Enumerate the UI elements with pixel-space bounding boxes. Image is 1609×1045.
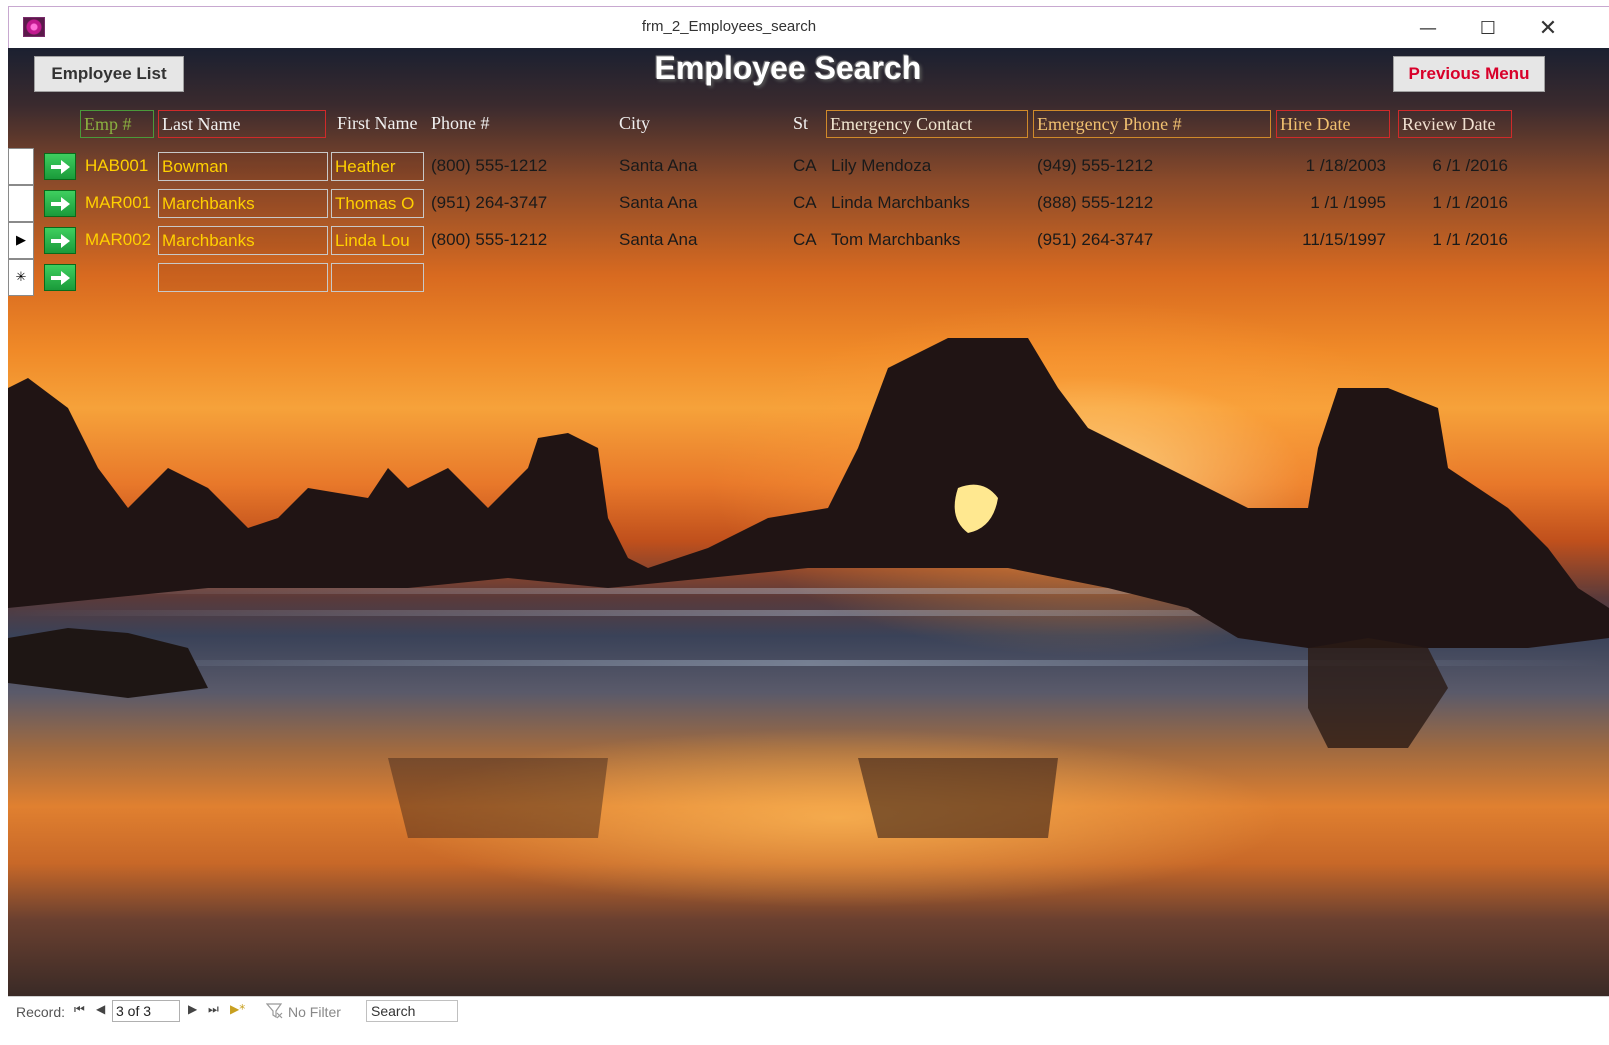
emergency-phone-field[interactable]: (951) 264-3747 xyxy=(1034,226,1264,255)
column-header-emp[interactable]: Emp # xyxy=(80,110,154,138)
emp-id-field[interactable]: HAB001 xyxy=(82,152,156,181)
column-header-emergency-contact[interactable]: Emergency Contact xyxy=(826,110,1028,138)
arrow-right-icon xyxy=(51,270,70,285)
form-title: Employee Search xyxy=(654,50,922,86)
emergency-phone-field[interactable]: (888) 555-1212 xyxy=(1034,189,1264,218)
minimize-icon[interactable]: — xyxy=(1405,11,1451,45)
state-field[interactable]: CA xyxy=(790,226,820,255)
state-field[interactable]: CA xyxy=(790,189,820,218)
new-record-row[interactable]: ✳ xyxy=(8,259,1609,296)
column-header-hire-date[interactable]: Hire Date xyxy=(1276,110,1390,138)
table-row[interactable]: MAR001 Marchbanks Thomas O (951) 264-374… xyxy=(8,185,1609,222)
window-title: frm_2_Employees_search xyxy=(641,18,817,35)
column-header-review-date[interactable]: Review Date xyxy=(1398,110,1512,138)
hire-date-field[interactable]: 11/15/1997 xyxy=(1276,226,1388,255)
open-record-button[interactable] xyxy=(44,190,76,217)
phone-field[interactable]: (800) 555-1212 xyxy=(428,152,608,181)
first-name-field[interactable] xyxy=(331,263,424,292)
hire-date-field[interactable]: 1 /1 /1995 xyxy=(1276,189,1388,218)
column-header-city[interactable]: City xyxy=(616,110,736,138)
next-record-icon[interactable]: ▶ xyxy=(188,1002,197,1016)
last-name-field[interactable]: Marchbanks xyxy=(158,226,328,255)
new-record-icon[interactable]: ▶* xyxy=(230,1002,245,1016)
state-field[interactable]: CA xyxy=(790,152,820,181)
emergency-contact-field[interactable]: Lily Mendoza xyxy=(828,152,1028,181)
window-titlebar: frm_2_Employees_search — ☐ ✕ xyxy=(8,6,1609,48)
record-navigation-bar: Record: ⏮ ◀ 3 of 3 ▶ ⏭ ▶* No Filter Sear… xyxy=(8,996,1609,1026)
table-row[interactable]: ▶ MAR002 Marchbanks Linda Lou (800) 555-… xyxy=(8,222,1609,259)
previous-record-icon[interactable]: ◀ xyxy=(96,1002,105,1016)
previous-menu-button[interactable]: Previous Menu xyxy=(1393,56,1545,92)
column-header-emergency-phone[interactable]: Emergency Phone # xyxy=(1033,110,1271,138)
arrow-right-icon xyxy=(51,233,70,248)
last-record-icon[interactable]: ⏭ xyxy=(208,1002,219,1017)
current-record-input[interactable]: 3 of 3 xyxy=(112,1000,180,1022)
column-header-last-name[interactable]: Last Name xyxy=(158,110,326,138)
open-record-button[interactable] xyxy=(44,264,76,291)
city-field[interactable]: Santa Ana xyxy=(616,152,786,181)
phone-field[interactable]: (800) 555-1212 xyxy=(428,226,608,255)
city-field[interactable]: Santa Ana xyxy=(616,189,786,218)
last-name-field[interactable]: Marchbanks xyxy=(158,189,328,218)
emergency-contact-field[interactable]: Linda Marchbanks xyxy=(828,189,1028,218)
city-field[interactable]: Santa Ana xyxy=(616,226,786,255)
record-label: Record: xyxy=(16,1004,66,1020)
open-record-button[interactable] xyxy=(44,227,76,254)
record-selector[interactable] xyxy=(8,185,34,222)
maximize-icon[interactable]: ☐ xyxy=(1465,11,1511,45)
filter-icon xyxy=(266,1003,283,1019)
first-record-icon[interactable]: ⏮ xyxy=(74,1002,85,1017)
table-row[interactable]: HAB001 Bowman Heather (800) 555-1212 San… xyxy=(8,148,1609,185)
review-date-field[interactable]: 1 /1 /2016 xyxy=(1398,189,1510,218)
emergency-contact-field[interactable]: Tom Marchbanks xyxy=(828,226,1028,255)
search-input[interactable]: Search xyxy=(366,1000,458,1022)
first-name-field[interactable]: Linda Lou xyxy=(331,226,424,255)
hire-date-field[interactable]: 1 /18/2003 xyxy=(1276,152,1388,181)
emergency-phone-field[interactable]: (949) 555-1212 xyxy=(1034,152,1264,181)
record-selector-current[interactable]: ▶ xyxy=(8,222,34,259)
column-header-first-name[interactable]: First Name xyxy=(334,110,426,138)
first-name-field[interactable]: Heather xyxy=(331,152,424,181)
close-icon[interactable]: ✕ xyxy=(1525,11,1571,45)
column-header-phone[interactable]: Phone # xyxy=(428,110,548,138)
employee-search-form: Employee List Employee Search Previous M… xyxy=(8,48,1609,996)
new-record-selector[interactable]: ✳ xyxy=(8,259,34,296)
review-date-field[interactable]: 1 /1 /2016 xyxy=(1398,226,1510,255)
last-name-field[interactable]: Bowman xyxy=(158,152,328,181)
no-filter-toggle[interactable]: No Filter xyxy=(288,1004,341,1020)
first-name-field[interactable]: Thomas O xyxy=(331,189,424,218)
phone-field[interactable]: (951) 264-3747 xyxy=(428,189,608,218)
employee-list-button[interactable]: Employee List xyxy=(34,56,184,92)
record-selector[interactable] xyxy=(8,148,34,185)
arrow-right-icon xyxy=(51,159,70,174)
last-name-field[interactable] xyxy=(158,263,328,292)
emp-id-field[interactable]: MAR001 xyxy=(82,189,156,218)
emp-id-field[interactable]: MAR002 xyxy=(82,226,156,255)
column-header-state[interactable]: St xyxy=(790,110,820,138)
open-record-button[interactable] xyxy=(44,153,76,180)
arrow-right-icon xyxy=(51,196,70,211)
review-date-field[interactable]: 6 /1 /2016 xyxy=(1398,152,1510,181)
